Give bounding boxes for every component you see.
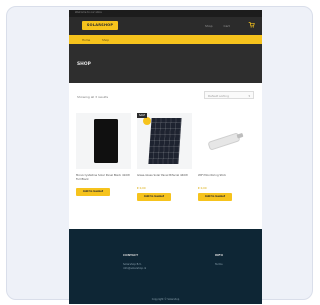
shop-page: Welcome to our store SOLARSHOP Shop Cart… xyxy=(69,10,262,304)
product-card: Monocrystalline Solar Panel Black 410W F… xyxy=(76,113,131,196)
product-card: SALE Glass-Glass Solar Panel Bifacial 44… xyxy=(137,113,192,201)
footer-heading: INFO xyxy=(215,253,223,257)
product-listing: Showing all 3 results Default sorting ▾ … xyxy=(69,83,262,229)
top-strip-text: Welcome to our store xyxy=(75,11,102,14)
product-image[interactable]: SALE xyxy=(137,113,192,169)
product-name[interactable]: WiFi Monitoring Stick xyxy=(198,174,253,185)
sale-badge: SALE xyxy=(137,113,148,118)
wifi-stick-image xyxy=(207,132,241,151)
top-strip: Welcome to our store xyxy=(69,10,262,17)
footer-heading: CONTACT xyxy=(123,253,139,257)
footer-line: Solarshop B.V. xyxy=(123,263,142,266)
result-count: Showing all 3 results xyxy=(77,95,109,99)
product-name[interactable]: Glass-Glass Solar Panel Bifacial 440W xyxy=(137,174,192,185)
product-image[interactable] xyxy=(198,113,253,169)
sort-select-value: Default sorting xyxy=(208,94,229,98)
sale-dot xyxy=(143,117,151,125)
site-footer: CONTACT Solarshop B.V. info@solarshop.nl… xyxy=(69,229,262,304)
footer-link[interactable]: info@solarshop.nl xyxy=(123,267,146,270)
site-logo[interactable]: SOLARSHOP xyxy=(82,21,118,30)
page-title-bar: SHOP xyxy=(69,44,262,83)
site-header: SOLARSHOP Shop Cart xyxy=(69,17,262,35)
add-to-basket-button[interactable]: Add to basket xyxy=(198,193,232,201)
product-card: WiFi Monitoring Stick € 0,00 Add to bask… xyxy=(198,113,253,201)
product-price: € 0,00 xyxy=(198,186,207,190)
add-to-basket-button[interactable]: Add to basket xyxy=(137,193,171,201)
sort-select[interactable]: Default sorting ▾ xyxy=(204,91,254,99)
nav-item-cart[interactable]: Cart xyxy=(224,24,230,28)
breadcrumb-home[interactable]: Home xyxy=(82,38,90,42)
product-name[interactable]: Monocrystalline Solar Panel Black 410W F… xyxy=(76,174,131,185)
page-title: SHOP xyxy=(77,62,91,67)
product-price: € 0,00 xyxy=(137,186,146,190)
breadcrumb: Home Shop xyxy=(69,35,262,44)
chevron-down-icon: ▾ xyxy=(248,94,250,98)
product-image[interactable] xyxy=(76,113,131,169)
solar-panel-image xyxy=(94,119,118,163)
footer-link[interactable]: Terms xyxy=(215,263,223,266)
solar-panel-image xyxy=(148,118,182,164)
footer-copyright: Copyright © Solarshop xyxy=(151,298,180,301)
main-nav: Shop Cart xyxy=(205,24,240,28)
add-to-basket-button[interactable]: Add to basket xyxy=(76,188,110,196)
nav-item-shop[interactable]: Shop xyxy=(205,24,213,28)
breadcrumb-shop: Shop xyxy=(102,38,110,42)
cart-icon[interactable] xyxy=(248,21,255,28)
